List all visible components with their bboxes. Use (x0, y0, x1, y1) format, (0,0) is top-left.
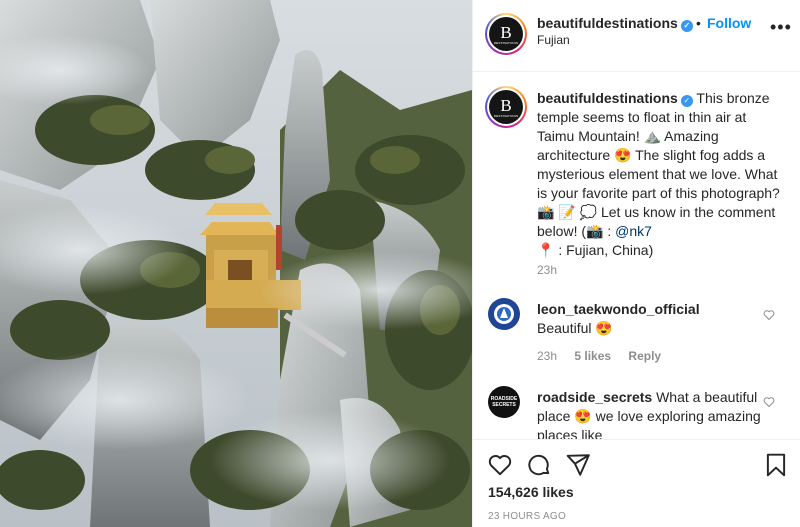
post-photo[interactable] (0, 0, 472, 527)
caption-mention-link[interactable]: @nk7 (615, 223, 652, 239)
location-link[interactable]: Fujian (537, 33, 570, 47)
caption-verified-icon: ✓ (680, 95, 693, 107)
likes-count[interactable]: 154,626 likes (488, 484, 574, 500)
instagram-post: B DESTINATIONS beautifuldestinations ✓ • F… (0, 0, 800, 527)
bookmark-icon[interactable] (763, 452, 789, 478)
comments-list[interactable]: B DESTINATIONS beautifuldestinations ✓ Thi… (473, 72, 800, 439)
caption-body: This bronze temple seems to float in thi… (537, 90, 780, 239)
comment-body: Beautiful 😍 (537, 320, 613, 336)
comment-heart-icon[interactable] (763, 396, 775, 408)
comment-icon[interactable] (526, 452, 552, 478)
comment-meta: 23h 5 likes Reply (537, 349, 661, 363)
author-username-text[interactable]: beautifuldestinations (537, 15, 678, 31)
caption-location: 📍 : Fujian, China) (537, 242, 654, 258)
verified-icon: ✓ (680, 20, 693, 32)
caption-text: beautifuldestinations ✓ This bronze templ… (537, 89, 783, 260)
temple-mountain-image (0, 0, 472, 527)
reply-button[interactable]: Reply (628, 349, 661, 363)
avatar-letter: B (500, 23, 512, 42)
taekwondo-logo-icon (489, 299, 519, 329)
share-icon[interactable] (565, 452, 591, 478)
comment-time[interactable]: 23h (537, 349, 557, 363)
caption-avatar[interactable]: B DESTINATIONS (485, 86, 527, 128)
follow-button[interactable]: Follow (707, 15, 751, 31)
caption-avatar-letter: B (500, 96, 512, 115)
caption-time[interactable]: 23h (537, 263, 557, 277)
comment-username[interactable]: leon_taekwondo_official (537, 301, 700, 317)
commenter-avatar-roadside[interactable]: ROADSIDE SECRETS (488, 386, 520, 418)
commenter-avatar[interactable] (488, 298, 520, 330)
header-separator: • (696, 15, 701, 31)
more-icon[interactable]: ••• (770, 18, 792, 36)
comment-text: roadside_secrets What a beautiful place … (537, 388, 763, 439)
avatar-wordmark: DESTINATIONS (493, 41, 519, 45)
heart-icon[interactable] (487, 452, 513, 478)
comment-text: leon_taekwondo_official Beautiful 😍 (537, 300, 763, 338)
comment-username[interactable]: roadside_secrets (537, 389, 652, 405)
comment-likes[interactable]: 5 likes (574, 349, 611, 363)
author-avatar[interactable]: B DESTINATIONS (485, 13, 527, 55)
comment-heart-icon[interactable] (763, 309, 775, 321)
caption-avatar-wordmark: DESTINATIONS (493, 114, 519, 118)
author-username[interactable]: beautifuldestinations ✓ (537, 15, 693, 32)
post-timestamp[interactable]: 23 HOURS AGO (488, 511, 566, 522)
caption-username[interactable]: beautifuldestinations (537, 90, 678, 106)
roadside-avatar-text: ROADSIDE SECRETS (490, 396, 518, 408)
